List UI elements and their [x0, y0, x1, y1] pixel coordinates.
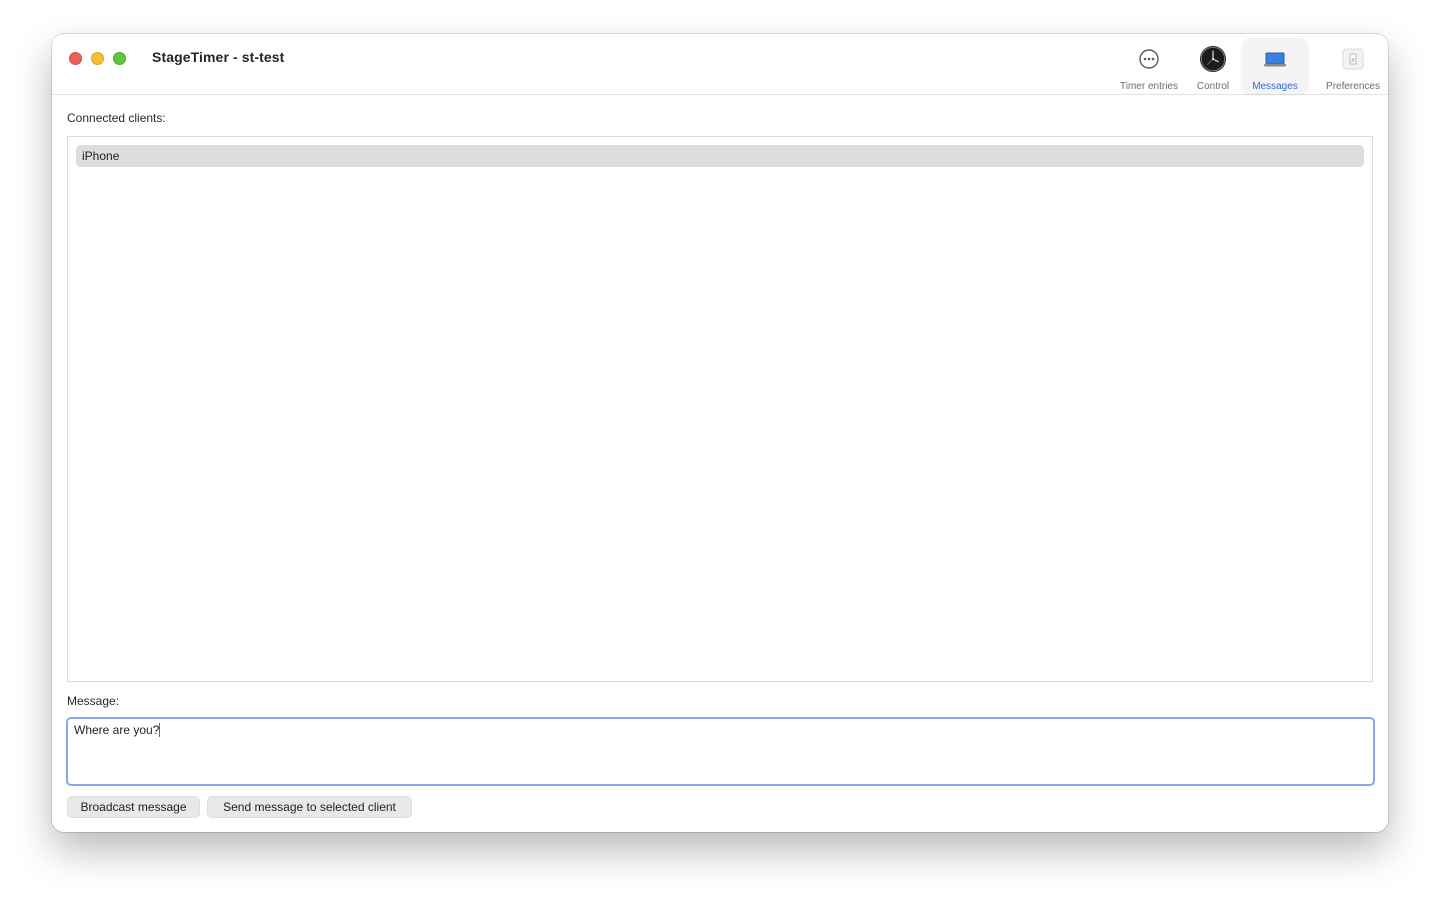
tab-label: Preferences	[1326, 81, 1380, 92]
window-title: StageTimer - st-test	[152, 49, 285, 65]
tab-label: Messages	[1252, 81, 1298, 92]
message-input[interactable]: Where are you?	[66, 717, 1375, 786]
tab-preferences[interactable]: Preferences	[1318, 38, 1388, 94]
list-item[interactable]: iPhone	[76, 145, 1364, 167]
send-to-selected-client-button[interactable]: Send message to selected client	[207, 796, 412, 818]
tab-control[interactable]: Control	[1184, 38, 1242, 94]
tab-label: Timer entries	[1120, 81, 1178, 92]
window-controls	[69, 52, 126, 65]
ellipsis-circle-icon	[1135, 45, 1163, 73]
tab-timer-entries[interactable]: Timer entries	[1115, 38, 1183, 94]
message-label: Message:	[67, 694, 120, 708]
tab-messages[interactable]: Messages	[1242, 38, 1308, 94]
title-bar: StageTimer - st-test Timer entries Contr…	[52, 34, 1388, 95]
close-window-button[interactable]	[69, 52, 82, 65]
broadcast-message-button[interactable]: Broadcast message	[67, 796, 200, 818]
switch-icon	[1339, 45, 1367, 73]
clients-list[interactable]: iPhone	[67, 136, 1373, 682]
text-caret	[159, 723, 161, 737]
minimize-window-button[interactable]	[91, 52, 104, 65]
message-text: Where are you?	[74, 723, 160, 737]
tab-label: Control	[1196, 81, 1230, 92]
connected-clients-label: Connected clients:	[67, 111, 166, 125]
zoom-window-button[interactable]	[113, 52, 126, 65]
clock-icon	[1199, 45, 1227, 73]
toolbar: Timer entries Control Messages Preferenc…	[1115, 38, 1388, 94]
app-window: StageTimer - st-test Timer entries Contr…	[52, 34, 1388, 832]
laptop-icon	[1261, 45, 1289, 73]
